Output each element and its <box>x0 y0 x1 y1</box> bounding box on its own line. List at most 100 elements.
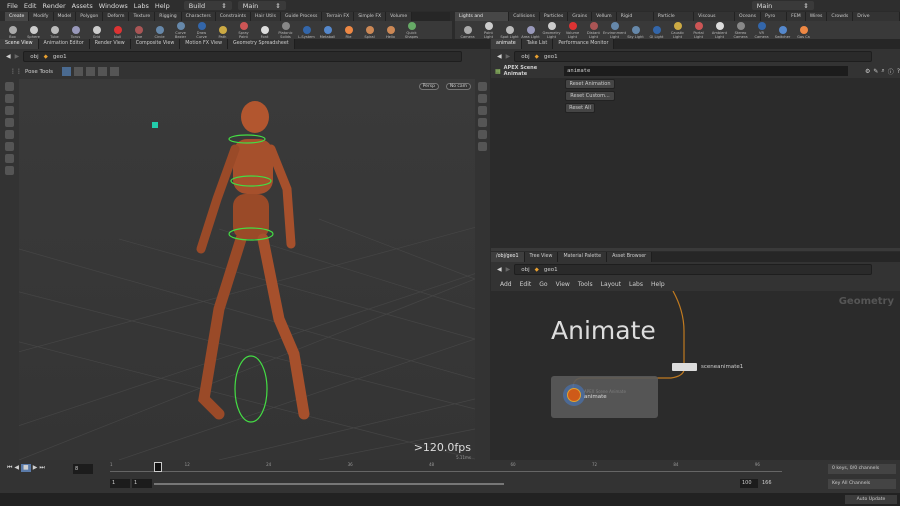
shelf-tab-collisions[interactable]: Collisions <box>509 12 540 21</box>
menu-windows[interactable]: Windows <box>99 2 128 10</box>
tab-composite-view[interactable]: Composite View <box>130 39 181 49</box>
path-field[interactable]: obj ◆ geo1 <box>514 264 872 275</box>
animate-node-label[interactable]: animate <box>584 394 607 400</box>
persp-menu[interactable]: Persp <box>418 83 439 90</box>
shelf-tool-spray-paint[interactable]: Spray Paint <box>234 22 253 39</box>
grid-icon[interactable]: ⋮⋮ <box>10 68 22 75</box>
menu-help[interactable]: Help <box>155 2 170 10</box>
menu-edit[interactable]: Edit <box>24 2 37 10</box>
back-icon[interactable]: ◀ <box>6 53 11 60</box>
transform-tool-icon[interactable] <box>74 67 84 76</box>
snap-icon[interactable] <box>5 166 14 175</box>
step-back-icon[interactable]: ◀ <box>14 464 19 472</box>
path-geo1[interactable]: geo1 <box>53 54 67 60</box>
pose-icon[interactable] <box>5 142 14 151</box>
menu-assets[interactable]: Assets <box>72 2 93 10</box>
shelf-tool-file[interactable]: File <box>339 26 358 39</box>
desktop-select-main[interactable]: Main ⇕ <box>237 1 286 10</box>
timeline-ruler[interactable]: 1 12 24 36 48 60 72 84 96 <box>110 462 782 476</box>
key-all-channels-menu[interactable]: Key All Channels <box>828 479 896 489</box>
move-icon[interactable] <box>5 94 14 103</box>
shelf-tab-particles[interactable]: Particles <box>539 12 569 21</box>
start-frame-field[interactable]: 1 <box>110 479 130 488</box>
shelf-tab-hair-utils[interactable]: Hair Utils <box>250 12 281 21</box>
shelf-tool-gas-ca[interactable]: Gas Ca <box>794 26 813 39</box>
menu-render[interactable]: Render <box>42 2 65 10</box>
tab-render-view[interactable]: Render View <box>89 39 131 49</box>
shelf-tool-distant-light[interactable]: Distant Light <box>584 22 603 39</box>
path-field[interactable]: obj ◆ geo1 <box>514 51 872 62</box>
path-obj[interactable]: obj <box>30 54 38 60</box>
tab-animate[interactable]: animate <box>491 39 522 49</box>
node-name-field[interactable]: animate <box>564 66 848 76</box>
shelf-tool-path[interactable]: Path <box>213 26 232 39</box>
shelf-tool-sky-light[interactable]: Sky Light <box>626 26 645 39</box>
shelf-tool-area-light[interactable]: Area Light <box>521 26 540 39</box>
tab-take-list[interactable]: Take List <box>521 39 554 49</box>
camera-menu[interactable]: No cam <box>445 83 471 90</box>
sceneanimate1-label[interactable]: sceneanimate1 <box>701 364 743 370</box>
shelf-tab-wires[interactable]: Wires <box>805 12 828 21</box>
shelf-tool-null[interactable]: Null <box>108 26 127 39</box>
animate-node[interactable] <box>563 384 585 406</box>
shelf-tool-helix[interactable]: Helix <box>381 26 400 39</box>
shelf-tab-lights-and-cameras[interactable]: Lights and Cameras <box>455 12 510 28</box>
viewport-canvas[interactable] <box>0 79 580 461</box>
path-obj[interactable]: obj <box>521 54 529 60</box>
shelf-tool-volume-light[interactable]: Volume Light <box>563 22 582 39</box>
shelf-tool-vr-camera[interactable]: VR Camera <box>752 22 771 39</box>
shelf-tab-volume[interactable]: Volume <box>386 12 413 21</box>
brush-icon[interactable]: ✎ <box>873 68 878 75</box>
shelf-tool-grid[interactable]: Grid <box>87 26 106 39</box>
desktop-select-right[interactable]: Main ⇕ <box>751 1 814 10</box>
pane-splitter[interactable] <box>491 248 900 251</box>
network-menu-view[interactable]: View <box>556 281 570 288</box>
shelf-tab-terrain-fx[interactable]: Terrain FX <box>322 12 355 21</box>
tab-animation-editor[interactable]: Animation Editor <box>38 39 90 49</box>
tab-asset-browser[interactable]: Asset Browser <box>607 252 653 262</box>
visibility-icon[interactable] <box>478 130 487 139</box>
shelf-tool-point-light[interactable]: Point Light <box>479 22 498 39</box>
shading-icon[interactable] <box>478 94 487 103</box>
network-menu-add[interactable]: Add <box>500 281 512 288</box>
lighting-icon[interactable] <box>478 106 487 115</box>
shelf-tool-platonic-solids[interactable]: Platonic Solids <box>276 22 295 39</box>
gear-icon[interactable]: ⚙ <box>865 68 870 75</box>
reset-all-button[interactable]: Reset All <box>565 103 595 113</box>
range-end-field[interactable]: 100 <box>740 479 758 488</box>
tab-scene-view[interactable]: Scene View <box>0 39 39 49</box>
display-icon[interactable] <box>478 82 487 91</box>
shelf-tool-quick-shapes[interactable]: Quick Shapes <box>402 22 421 39</box>
tab-performance-monitor[interactable]: Performance Monitor <box>553 39 615 49</box>
tab-material-palette[interactable]: Material Palette <box>558 252 608 262</box>
shelf-tool-draw-curve[interactable]: Draw Curve <box>192 22 211 39</box>
shelf-tool-spiral[interactable]: Spiral <box>360 26 379 39</box>
info-icon[interactable]: ⓘ <box>888 67 894 76</box>
shelf-tab-constraints[interactable]: Constraints <box>215 12 251 21</box>
tab--obj-geo1[interactable]: /obj/geo1 <box>491 252 525 262</box>
shelf-tool-torus[interactable]: Torus <box>66 26 85 39</box>
back-icon[interactable]: ◀ <box>497 53 502 60</box>
last-frame-icon[interactable]: ⏭ <box>39 464 44 472</box>
select-icon[interactable] <box>5 82 14 91</box>
sceneanimate1-node[interactable] <box>672 363 697 371</box>
shelf-tool-spot-light[interactable]: Spot Light <box>500 26 519 39</box>
shelf-tab-deform[interactable]: Deform <box>103 12 130 21</box>
path-geo1[interactable]: geo1 <box>544 267 558 273</box>
tab-motion-fx-view[interactable]: Motion FX View <box>180 39 228 49</box>
shelf-tool-portal-light[interactable]: Portal Light <box>689 22 708 39</box>
view-icon[interactable] <box>5 154 14 163</box>
first-frame-icon[interactable]: ⏮ <box>7 464 12 472</box>
menu-file[interactable]: File <box>7 2 18 10</box>
shelf-tab-viscous-fluids[interactable]: Viscous Fluids <box>694 12 735 28</box>
handle-icon[interactable] <box>5 130 14 139</box>
select-tool-icon[interactable] <box>110 67 120 76</box>
path-geo1[interactable]: geo1 <box>544 54 558 60</box>
current-frame-marker[interactable] <box>153 462 162 472</box>
shelf-tool-camera[interactable]: Camera <box>458 26 477 39</box>
path-field[interactable]: obj ◆ geo1 <box>23 51 462 62</box>
shelf-tab-vellum[interactable]: Vellum <box>592 12 617 21</box>
shelf-tool-circle[interactable]: Circle <box>150 26 169 39</box>
menu-labs[interactable]: Labs <box>134 2 149 10</box>
network-menu-help[interactable]: Help <box>651 281 665 288</box>
